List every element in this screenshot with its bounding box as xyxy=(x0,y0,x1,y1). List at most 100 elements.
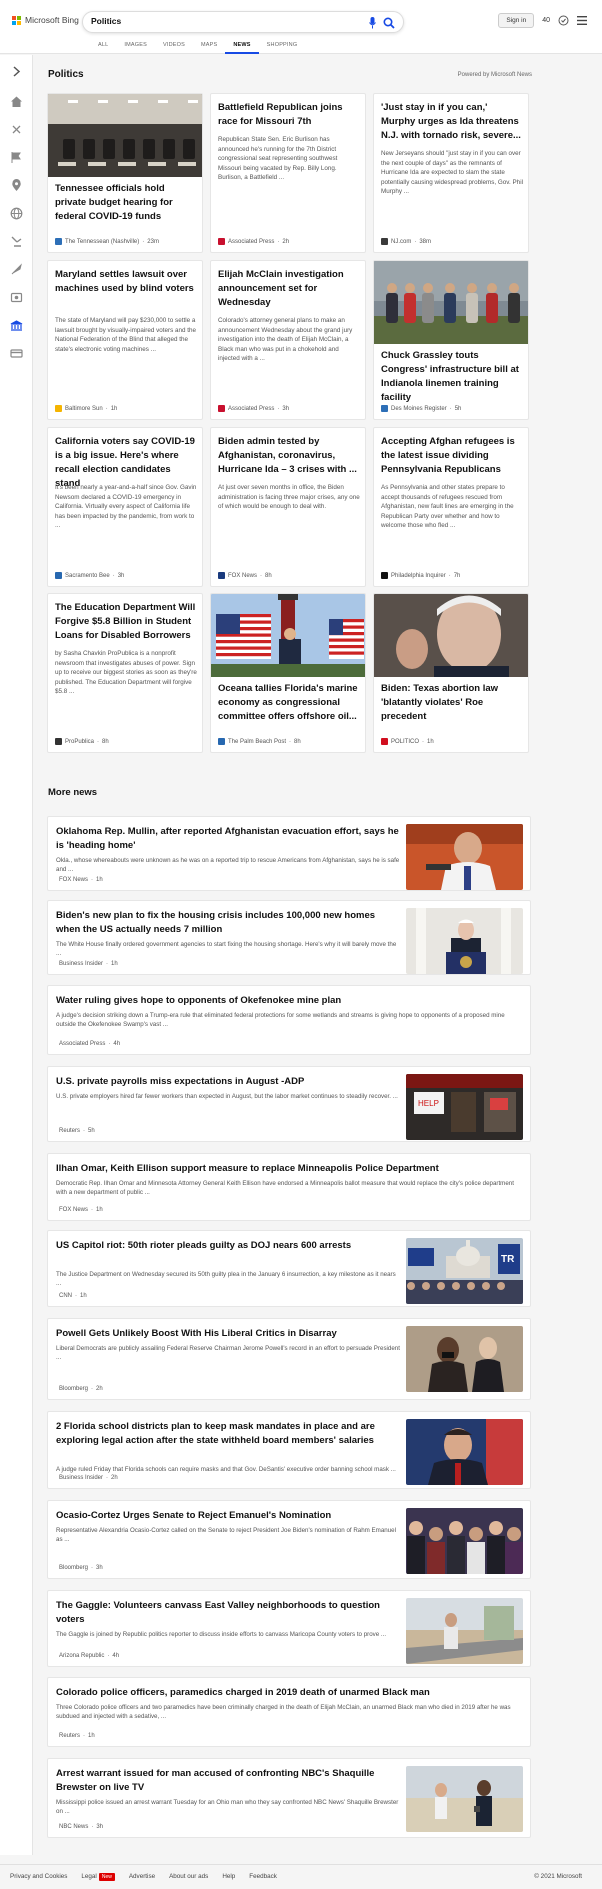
more-news-title[interactable]: 2 Florida school districts plan to keep … xyxy=(56,1420,401,1448)
news-card-title[interactable]: Accepting Afghan refugees is the latest … xyxy=(381,435,523,477)
more-news-thumbnail[interactable]: HELP xyxy=(406,1074,523,1140)
more-news-item[interactable]: US Capitol riot: 50th rioter pleads guil… xyxy=(47,1230,531,1307)
more-news-thumbnail[interactable] xyxy=(406,824,523,890)
more-news-title[interactable]: The Gaggle: Volunteers canvass East Vall… xyxy=(56,1599,401,1627)
more-news-thumbnail[interactable]: TR xyxy=(406,1238,523,1304)
more-news-source[interactable]: CNN · 1h xyxy=(56,1293,87,1299)
more-news-title[interactable]: Colorado police officers, paramedics cha… xyxy=(56,1686,521,1700)
politics-icon[interactable] xyxy=(10,235,23,248)
more-news-source[interactable]: NBC News · 3h xyxy=(56,1824,103,1830)
more-news-title[interactable]: Ilhan Omar, Keith Ellison support measur… xyxy=(56,1162,521,1176)
more-news-source[interactable]: FOX News · 1h xyxy=(56,877,103,883)
tab-all[interactable]: ALL xyxy=(90,41,116,54)
news-card-title[interactable]: Oceana tallies Florida's marine economy … xyxy=(218,682,360,724)
entertainment-icon[interactable] xyxy=(10,291,23,304)
news-card-title[interactable]: Biden admin tested by Afghanistan, coron… xyxy=(218,435,360,477)
search-box[interactable] xyxy=(82,11,404,33)
more-news-item[interactable]: Water ruling gives hope to opponents of … xyxy=(47,985,531,1055)
news-card-title[interactable]: Maryland settles lawsuit over machines u… xyxy=(55,268,197,296)
more-news-title[interactable]: US Capitol riot: 50th rioter pleads guil… xyxy=(56,1239,401,1253)
news-card[interactable]: Battlefield Republican joins race for Mi… xyxy=(210,93,366,253)
news-card-source[interactable]: The Palm Beach Post · 8h xyxy=(218,738,301,745)
more-news-title[interactable]: Ocasio-Cortez Urges Senate to Reject Ema… xyxy=(56,1509,401,1523)
news-card-title[interactable]: Tennessee officials hold private budget … xyxy=(55,182,197,224)
tab-news[interactable]: NEWS xyxy=(225,41,259,54)
more-news-item[interactable]: The Gaggle: Volunteers canvass East Vall… xyxy=(47,1590,531,1667)
more-news-item[interactable]: Biden's new plan to fix the housing cris… xyxy=(47,900,531,975)
search-icon[interactable] xyxy=(383,17,395,29)
advertise-link[interactable]: Advertise xyxy=(129,1873,155,1880)
news-card-source[interactable]: Sacramento Bee · 3h xyxy=(55,572,124,579)
money-icon[interactable] xyxy=(10,347,23,360)
more-news-source[interactable]: Bloomberg · 3h xyxy=(56,1565,103,1571)
more-news-source[interactable]: Reuters · 5h xyxy=(56,1128,95,1134)
news-card-title[interactable]: 'Just stay in if you can,' Murphy urges … xyxy=(381,101,523,143)
more-news-item[interactable]: U.S. private payrolls miss expectations … xyxy=(47,1066,531,1142)
more-news-item[interactable]: Ilhan Omar, Keith Ellison support measur… xyxy=(47,1153,531,1221)
more-news-title[interactable]: Biden's new plan to fix the housing cris… xyxy=(56,909,401,937)
globe-icon[interactable] xyxy=(10,207,23,220)
news-card[interactable]: Accepting Afghan refugees is the latest … xyxy=(373,427,529,587)
news-card[interactable]: California voters say COVID-19 is a big … xyxy=(47,427,203,587)
news-card[interactable]: Biden admin tested by Afghanistan, coron… xyxy=(210,427,366,587)
more-news-source[interactable]: Reuters · 1h xyxy=(56,1733,95,1739)
expand-icon[interactable] xyxy=(10,65,23,78)
more-news-thumbnail[interactable] xyxy=(406,1419,523,1485)
topstories-icon[interactable] xyxy=(10,123,23,136)
business-icon[interactable] xyxy=(10,319,23,332)
news-card-title[interactable]: Elijah McClain investigation announcemen… xyxy=(218,268,360,310)
tab-maps[interactable]: MAPS xyxy=(193,41,225,54)
flag-icon[interactable] xyxy=(10,151,23,164)
more-news-thumbnail[interactable] xyxy=(406,1326,523,1392)
news-card-title[interactable]: The Education Department Will Forgive $5… xyxy=(55,601,197,643)
more-news-item[interactable]: 2 Florida school districts plan to keep … xyxy=(47,1411,531,1489)
more-news-thumbnail[interactable] xyxy=(406,1598,523,1664)
news-card[interactable]: 'Just stay in if you can,' Murphy urges … xyxy=(373,93,529,253)
news-card-source[interactable]: POLITICO · 1h xyxy=(381,738,434,745)
news-card[interactable]: The Education Department Will Forgive $5… xyxy=(47,593,203,753)
more-news-thumbnail[interactable] xyxy=(406,1508,523,1574)
news-card[interactable]: Elijah McClain investigation announcemen… xyxy=(210,260,366,420)
more-news-item[interactable]: Arrest warrant issued for man accused of… xyxy=(47,1758,531,1838)
news-card-source[interactable]: FOX News · 8h xyxy=(218,572,272,579)
more-news-thumbnail[interactable] xyxy=(406,1766,523,1832)
about-ads-link[interactable]: About our ads xyxy=(169,1873,208,1880)
news-card[interactable]: Biden: Texas abortion law 'blatantly vio… xyxy=(373,593,529,753)
more-news-title[interactable]: Arrest warrant issued for man accused of… xyxy=(56,1767,401,1795)
news-card-source[interactable]: Associated Press · 2h xyxy=(218,238,289,245)
more-news-title[interactable]: Water ruling gives hope to opponents of … xyxy=(56,994,521,1008)
news-card-source[interactable]: Philadelphia Inquirer · 7h xyxy=(381,572,460,579)
more-news-source[interactable]: FOX News · 1h xyxy=(56,1207,103,1213)
more-news-source[interactable]: Arizona Republic · 4h xyxy=(56,1653,119,1659)
help-link[interactable]: Help xyxy=(222,1873,235,1880)
news-card-source[interactable]: Des Moines Register · 5h xyxy=(381,405,461,412)
privacy-link[interactable]: Privacy and Cookies xyxy=(10,1873,67,1880)
tab-videos[interactable]: VIDEOS xyxy=(155,41,193,54)
tab-images[interactable]: IMAGES xyxy=(116,41,155,54)
more-news-item[interactable]: Oklahoma Rep. Mullin, after reported Afg… xyxy=(47,816,531,891)
more-news-thumbnail[interactable] xyxy=(406,908,523,974)
more-news-source[interactable]: Business Insider · 1h xyxy=(56,961,118,967)
tab-shopping[interactable]: SHOPPING xyxy=(259,41,306,54)
home-icon[interactable] xyxy=(10,95,23,108)
news-card[interactable]: Chuck Grassley touts Congress' infrastru… xyxy=(373,260,529,420)
news-card-source[interactable]: ProPublica · 8h xyxy=(55,738,109,745)
news-card-source[interactable]: Associated Press · 3h xyxy=(218,405,289,412)
more-news-title[interactable]: Oklahoma Rep. Mullin, after reported Afg… xyxy=(56,825,401,853)
more-news-title[interactable]: Powell Gets Unlikely Boost With His Libe… xyxy=(56,1327,401,1341)
news-card-source[interactable]: NJ.com · 38m xyxy=(381,238,431,245)
rewards-points[interactable]: 40 xyxy=(542,17,550,24)
news-card[interactable]: Tennessee officials hold private budget … xyxy=(47,93,203,253)
news-card-title[interactable]: Biden: Texas abortion law 'blatantly vio… xyxy=(381,682,523,724)
news-card-title[interactable]: Battlefield Republican joins race for Mi… xyxy=(218,101,360,129)
news-card-source[interactable]: The Tennessean (Nashville) · 23m xyxy=(55,238,159,245)
news-card-source[interactable]: Baltimore Sun · 1h xyxy=(55,405,117,412)
more-news-item[interactable]: Colorado police officers, paramedics cha… xyxy=(47,1677,531,1747)
more-news-source[interactable]: Bloomberg · 2h xyxy=(56,1386,103,1392)
bing-logo[interactable]: Microsoft Bing xyxy=(12,15,79,25)
more-news-source[interactable]: Business Insider · 2h xyxy=(56,1475,118,1481)
microphone-icon[interactable] xyxy=(369,17,376,29)
news-card[interactable]: Maryland settles lawsuit over machines u… xyxy=(47,260,203,420)
feedback-link[interactable]: Feedback xyxy=(249,1873,277,1880)
menu-icon[interactable] xyxy=(577,16,587,25)
